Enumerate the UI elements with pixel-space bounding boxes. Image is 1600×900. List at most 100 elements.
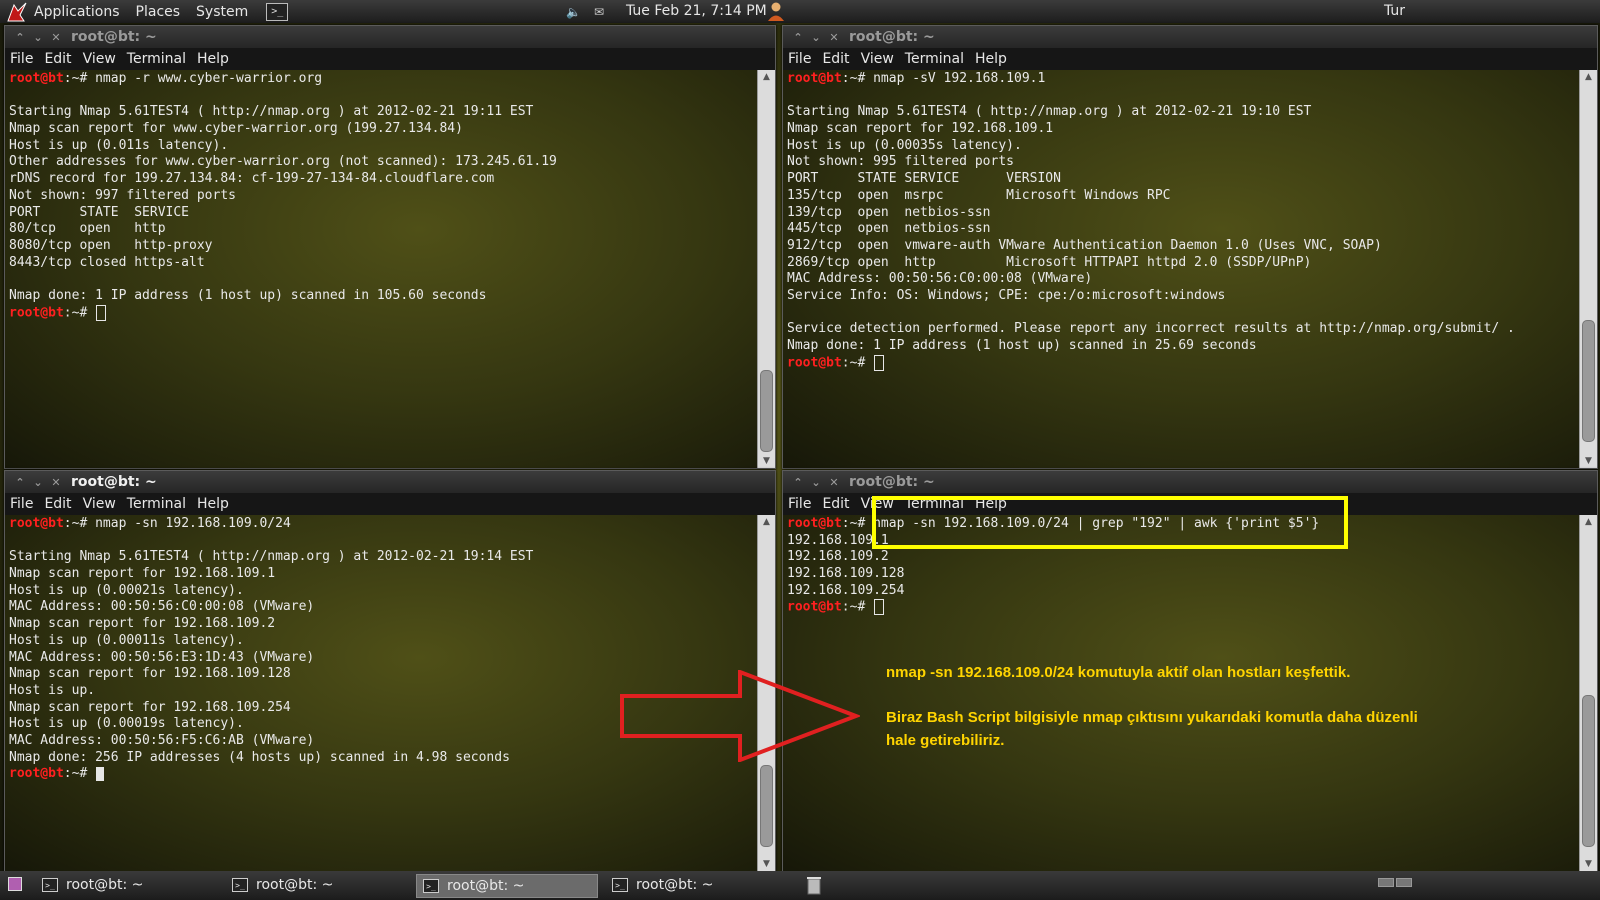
minimize-icon[interactable]: ⌄ [807, 476, 825, 489]
scroll-up-icon[interactable]: ▲ [758, 70, 775, 84]
window-titlebar[interactable]: ⌃ ⌄ ✕ root@bt: ~ [783, 26, 1597, 48]
mail-icon[interactable]: ✉ [594, 5, 608, 19]
minimize-icon[interactable]: ⌄ [29, 31, 47, 44]
terminal-line: Nmap done: 1 IP address (1 host up) scan… [9, 288, 758, 305]
prompt-suffix: :~# [63, 766, 96, 782]
terminal-line: Not shown: 995 filtered ports [787, 154, 1580, 171]
text-cursor [874, 599, 885, 616]
menu-edit[interactable]: Edit [821, 496, 850, 512]
terminal-line: Nmap done: 1 IP address (1 host up) scan… [787, 338, 1580, 355]
menu-help[interactable]: Help [196, 51, 230, 67]
terminal-output[interactable]: root@bt:~# nmap -sn 192.168.109.0/24 | g… [783, 515, 1580, 871]
workspace-2[interactable] [1396, 878, 1412, 887]
command-text: nmap -r www.cyber-warrior.org [95, 71, 323, 86]
maximize-icon[interactable]: ⌃ [11, 476, 29, 489]
output-text: rDNS record for 199.27.134.84: cf-199-27… [9, 171, 495, 187]
output-text: Service detection performed. Please repo… [787, 321, 1515, 337]
window-titlebar[interactable]: ⌃ ⌄ ✕ root@bt: ~ [5, 26, 775, 48]
minimize-icon[interactable]: ⌄ [29, 476, 47, 489]
terminal-window-top-left[interactable]: ⌃ ⌄ ✕ root@bt: ~ File Edit View Terminal… [4, 25, 776, 469]
scroll-up-icon[interactable]: ▲ [1580, 515, 1597, 529]
terminal-line: Nmap scan report for 192.168.109.2 [9, 616, 758, 633]
menu-applications[interactable]: Applications [34, 4, 120, 20]
window-titlebar[interactable]: ⌃ ⌄ ✕ root@bt: ~ [5, 471, 775, 493]
menu-terminal[interactable]: Terminal [126, 51, 187, 67]
scrollbar[interactable]: ▲ ▼ [1579, 70, 1597, 468]
workspace-1[interactable] [1378, 878, 1394, 887]
close-icon[interactable]: ✕ [47, 31, 65, 44]
close-icon[interactable]: ✕ [825, 476, 843, 489]
scrollbar-thumb[interactable] [1582, 695, 1595, 847]
scrollbar[interactable]: ▲ ▼ [1579, 515, 1597, 871]
menu-help[interactable]: Help [974, 51, 1008, 67]
window-titlebar[interactable]: ⌃ ⌄ ✕ root@bt: ~ [783, 471, 1597, 493]
output-text: Host is up (0.00035s latency). [787, 137, 1022, 153]
scrollbar[interactable]: ▲ ▼ [757, 70, 775, 468]
scroll-up-icon[interactable]: ▲ [758, 515, 775, 529]
minimize-icon[interactable]: ⌄ [807, 31, 825, 44]
volume-icon[interactable]: 🔈 [566, 5, 581, 19]
menu-file[interactable]: File [787, 51, 812, 67]
scrollbar-thumb[interactable] [1582, 320, 1595, 442]
keyboard-layout-indicator[interactable]: Tur [1384, 3, 1405, 19]
menu-view[interactable]: View [82, 51, 117, 67]
terminal-menubar: File Edit View Terminal Help [783, 48, 1597, 70]
terminal-line: Starting Nmap 5.61TEST4 ( http://nmap.or… [9, 549, 758, 566]
terminal-line: 8080/tcp open http-proxy [9, 238, 758, 255]
close-icon[interactable]: ✕ [825, 31, 843, 44]
terminal-output[interactable]: root@bt:~# nmap -r www.cyber-warrior.org… [5, 70, 758, 468]
terminal-line: PORT STATE SERVICE VERSION [787, 171, 1580, 188]
menu-file[interactable]: File [787, 496, 812, 512]
terminal-window-top-right[interactable]: ⌃ ⌄ ✕ root@bt: ~ File Edit View Terminal… [782, 25, 1598, 469]
taskbar-item-active[interactable]: >_ root@bt: ~ [416, 874, 598, 898]
prompt-suffix: :~# [841, 71, 874, 86]
workspace-switcher[interactable] [1378, 878, 1412, 887]
maximize-icon[interactable]: ⌃ [789, 476, 807, 489]
menu-file[interactable]: File [9, 496, 34, 512]
menu-file[interactable]: File [9, 51, 34, 67]
prompt-suffix: :~# [841, 355, 874, 371]
menu-terminal[interactable]: Terminal [126, 496, 187, 512]
terminal-output[interactable]: root@bt:~# nmap -sV 192.168.109.1 Startin… [783, 70, 1580, 468]
scrollbar-thumb[interactable] [760, 765, 773, 847]
menu-places[interactable]: Places [136, 4, 181, 20]
maximize-icon[interactable]: ⌃ [789, 31, 807, 44]
terminal-launcher-icon[interactable]: >_ [266, 2, 289, 21]
taskbar-item[interactable]: >_ root@bt: ~ [36, 874, 216, 896]
terminal-line: 135/tcp open msrpc Microsoft Windows RPC [787, 188, 1580, 205]
scroll-down-icon[interactable]: ▼ [1580, 857, 1597, 871]
trash-icon[interactable] [806, 875, 822, 895]
maximize-icon[interactable]: ⌃ [11, 31, 29, 44]
close-icon[interactable]: ✕ [47, 476, 65, 489]
menu-edit[interactable]: Edit [43, 51, 72, 67]
output-text: Nmap scan report for 192.168.109.254 [9, 699, 291, 715]
window-title: root@bt: ~ [71, 474, 157, 490]
menu-view[interactable]: View [82, 496, 117, 512]
output-text: Nmap scan report for 192.168.109.1 [787, 121, 1054, 137]
taskbar-item[interactable]: >_ root@bt: ~ [226, 874, 406, 896]
scroll-down-icon[interactable]: ▼ [1580, 454, 1597, 468]
menu-terminal[interactable]: Terminal [904, 51, 965, 67]
scrollbar-thumb[interactable] [760, 370, 773, 452]
menu-view[interactable]: View [860, 51, 895, 67]
command-highlight-box [872, 496, 1348, 549]
user-icon[interactable] [766, 1, 786, 21]
output-text: 192.168.109.2 [787, 549, 889, 565]
terminal-line: 912/tcp open vmware-auth VMware Authenti… [787, 238, 1580, 255]
backtrack-logo-icon[interactable] [6, 1, 28, 23]
terminal-line: Nmap scan report for 192.168.109.1 [9, 566, 758, 583]
menu-edit[interactable]: Edit [43, 496, 72, 512]
menu-system[interactable]: System [196, 4, 248, 20]
terminal-line: 445/tcp open netbios-ssn [787, 221, 1580, 238]
scroll-down-icon[interactable]: ▼ [758, 857, 775, 871]
prompt-suffix: :~# [63, 516, 96, 531]
prompt-user: root@bt [787, 516, 842, 531]
clock[interactable]: Tue Feb 21, 7:14 PM [626, 3, 767, 19]
taskbar-item[interactable]: >_ root@bt: ~ [606, 874, 786, 896]
show-desktop-icon[interactable] [8, 877, 22, 891]
menu-edit[interactable]: Edit [821, 51, 850, 67]
scroll-down-icon[interactable]: ▼ [758, 454, 775, 468]
scroll-up-icon[interactable]: ▲ [1580, 70, 1597, 84]
output-text: 139/tcp open netbios-ssn [787, 204, 991, 220]
menu-help[interactable]: Help [196, 496, 230, 512]
